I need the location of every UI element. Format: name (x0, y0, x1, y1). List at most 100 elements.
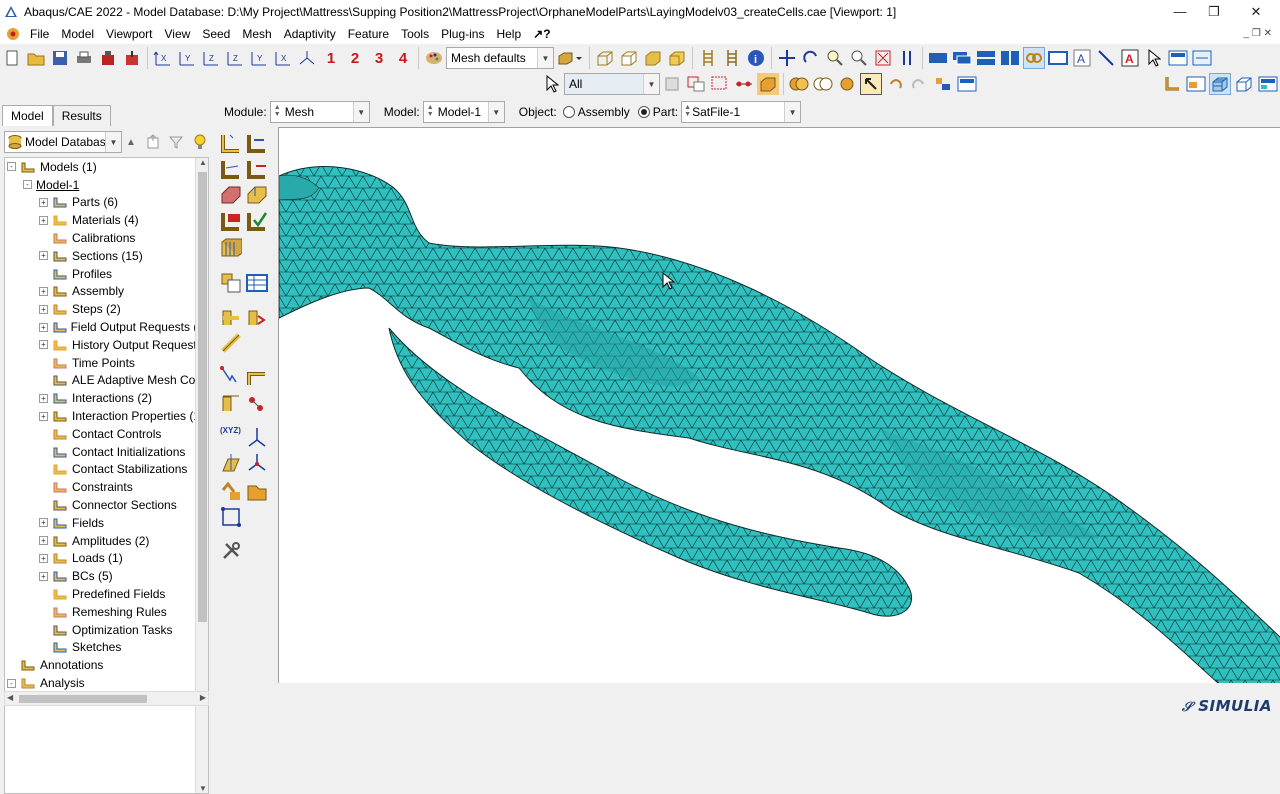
viewport-vertical-icon[interactable] (999, 47, 1021, 69)
tree-item[interactable]: - Model-1 (5, 176, 208, 194)
shaded-icon[interactable] (666, 47, 688, 69)
new-file-icon[interactable] (1, 47, 23, 69)
merge-mesh-icon[interactable] (246, 392, 268, 414)
menu-model[interactable]: Model (55, 27, 100, 41)
mesh-defaults-select[interactable]: Mesh defaults ▼ (446, 47, 554, 69)
part-radio-label[interactable]: Part: (653, 105, 678, 119)
ladder-icon[interactable] (697, 47, 719, 69)
link-viewports-icon[interactable] (1023, 47, 1045, 69)
scroll-left-icon[interactable]: ◀ (7, 693, 13, 702)
select-nodes-icon[interactable] (733, 73, 755, 95)
element-display-icon[interactable] (1257, 73, 1279, 95)
sort-updown-icon[interactable]: ▲ (126, 137, 136, 148)
boolean-difference-icon[interactable] (836, 73, 858, 95)
lightbulb-icon[interactable] (192, 134, 208, 150)
print-icon[interactable] (73, 47, 95, 69)
tree-item[interactable]: Contact Controls (5, 425, 208, 443)
menu-help[interactable]: Help (490, 27, 527, 41)
cycle-views-icon[interactable] (896, 47, 918, 69)
tree-item[interactable]: + Amplitudes (2) (5, 532, 208, 550)
view-1-button[interactable]: 1 (320, 47, 342, 69)
mesh-part-icon[interactable] (220, 184, 242, 206)
select-arrow-icon[interactable] (541, 73, 563, 95)
menu-mesh[interactable]: Mesh (236, 27, 277, 41)
view-left-icon[interactable]: Y (248, 47, 270, 69)
partition-edge-icon[interactable] (246, 480, 268, 502)
mesh-table-icon[interactable] (246, 272, 268, 294)
tree-item[interactable]: - Analysis (5, 674, 208, 692)
tree-item[interactable]: + Sections (15) (5, 247, 208, 265)
mesh-display-icon[interactable] (1209, 73, 1231, 95)
datum-icon[interactable] (1161, 73, 1183, 95)
part-select[interactable]: ▲ ▼ SatFile-1 ▼ (681, 101, 802, 123)
partition-cell-icon[interactable] (246, 306, 268, 328)
context-help-icon[interactable]: ↗? (527, 27, 556, 41)
tab-results[interactable]: Results (52, 105, 111, 126)
viewport-cascade-icon[interactable] (951, 47, 973, 69)
view-3-button[interactable]: 3 (368, 47, 390, 69)
app-menu-icon[interactable] (6, 27, 20, 41)
filled-icon[interactable] (642, 47, 664, 69)
viewport-tile-icon[interactable] (927, 47, 949, 69)
expand-icon[interactable]: + (39, 215, 48, 225)
tree-item[interactable]: Connector Sections (5, 496, 208, 514)
collapse-icon[interactable]: - (7, 678, 16, 688)
arrow-tool-icon[interactable] (1095, 47, 1117, 69)
datum-axis-icon[interactable] (246, 426, 268, 448)
menu-view[interactable]: View (159, 27, 197, 41)
filter-tree-icon[interactable] (168, 134, 184, 150)
virtual-topology-icon[interactable] (220, 332, 242, 354)
viewport-annotations-icon[interactable] (1047, 47, 1069, 69)
collapse-icon[interactable]: - (7, 162, 16, 172)
view-right-icon[interactable]: X (272, 47, 294, 69)
seed-edge-biased-icon[interactable] (220, 158, 242, 180)
seed-edges-icon[interactable] (246, 132, 268, 154)
datum-display-icon[interactable] (1185, 73, 1207, 95)
datum-plane-icon[interactable] (220, 452, 242, 474)
expand-icon[interactable]: + (39, 340, 48, 350)
tree-item[interactable]: Optimization Tasks (5, 621, 208, 639)
datum-csys-icon[interactable] (246, 452, 268, 474)
mesh-model-drawing[interactable] (279, 128, 1280, 683)
seed-part-icon[interactable] (220, 132, 242, 154)
collapse-icon[interactable]: - (23, 180, 32, 190)
menu-tools[interactable]: Tools (395, 27, 435, 41)
assign-element-icon[interactable] (220, 272, 242, 294)
module-select[interactable]: ▲ ▼ Mesh ▼ (269, 101, 370, 123)
undo-icon[interactable] (884, 73, 906, 95)
drag-shape-icon[interactable] (709, 73, 731, 95)
scroll-up-icon[interactable]: ▲ (199, 158, 207, 167)
open-folder-icon[interactable] (25, 47, 47, 69)
hscroll-thumb[interactable] (19, 695, 147, 703)
expand-icon[interactable]: + (39, 411, 48, 421)
selection-filter-select[interactable]: All ▼ (564, 73, 660, 95)
redo-icon[interactable] (908, 73, 930, 95)
box-zoom-icon[interactable] (848, 47, 870, 69)
mesh-controls-icon[interactable] (220, 210, 242, 232)
view-back-icon[interactable]: Y (176, 47, 198, 69)
tree-item[interactable]: Constraints (5, 478, 208, 496)
wireframe-icon[interactable] (594, 47, 616, 69)
view-iso-icon[interactable] (296, 47, 318, 69)
menu-file[interactable]: File (24, 27, 55, 41)
offset-mesh-icon[interactable] (220, 392, 242, 414)
assembly-radio[interactable] (562, 106, 575, 118)
model-select[interactable]: ▲ ▼ Model-1 ▼ (422, 101, 505, 123)
expand-icon[interactable]: + (39, 304, 48, 314)
expand-icon[interactable]: + (39, 251, 48, 261)
render-style-icon[interactable] (555, 47, 585, 69)
scroll-thumb[interactable] (198, 172, 207, 622)
translucency-icon[interactable] (721, 47, 743, 69)
pan-icon[interactable] (776, 47, 798, 69)
database-select[interactable]: Model Database ▼ (4, 131, 122, 153)
tree-item[interactable]: Profiles (5, 265, 208, 283)
expand-icon[interactable]: + (39, 393, 48, 403)
tree-item[interactable]: Contact Initializations (5, 443, 208, 461)
tree-item[interactable]: Sketches (5, 639, 208, 657)
menu-seed[interactable]: Seed (196, 27, 236, 41)
tree-item[interactable]: + Interactions (2) (5, 389, 208, 407)
scroll-down-icon[interactable]: ▼ (199, 784, 207, 793)
select-elements-icon[interactable] (757, 73, 779, 95)
auto-fit-icon[interactable] (872, 47, 894, 69)
display-group-options-icon[interactable] (956, 73, 978, 95)
